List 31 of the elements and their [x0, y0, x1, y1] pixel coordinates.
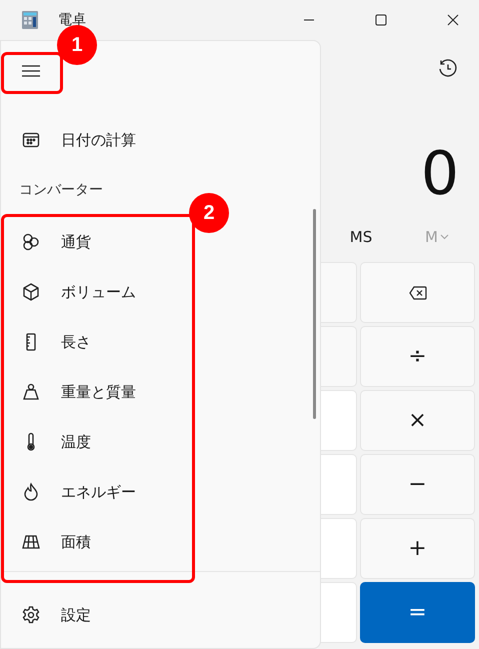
operator-key[interactable]: − [360, 454, 475, 515]
operator-key[interactable]: + [360, 518, 475, 579]
menu-icon [22, 64, 40, 78]
weight-icon [21, 382, 41, 402]
cube-icon [21, 282, 41, 302]
section-header: コンバーター [18, 181, 103, 200]
maximize-icon [375, 14, 387, 26]
memory-store-button[interactable]: MS [323, 227, 399, 247]
settings-icon [21, 605, 41, 625]
nav-item[interactable]: 温度 [1, 417, 99, 467]
operator-key[interactable]: × [360, 390, 475, 451]
nav-item[interactable]: ボリューム [1, 267, 144, 317]
nav-item[interactable]: 重量と質量 [1, 367, 144, 417]
backspace-icon [408, 286, 426, 300]
calculator-icon [22, 11, 38, 29]
backspace-key[interactable] [360, 262, 475, 323]
close-icon [447, 14, 459, 26]
settings-item[interactable]: 設定 [1, 590, 99, 640]
chevron-down-icon [440, 234, 449, 240]
scrollbar[interactable] [313, 209, 316, 419]
nav-item[interactable]: 通貨 [1, 217, 99, 267]
result-display: 0 [420, 142, 459, 206]
circles-icon [21, 232, 41, 252]
calendar-icon [21, 130, 41, 150]
nav-item[interactable]: エネルギー [1, 467, 144, 517]
equals-key[interactable]: = [360, 582, 475, 643]
step-badge: 1 [57, 25, 97, 65]
nav-item[interactable]: 長さ [1, 317, 99, 367]
operator-key[interactable]: ÷ [360, 326, 475, 387]
nav-item[interactable]: 日付の計算 [1, 115, 144, 165]
nav-item[interactable]: 面積 [1, 517, 99, 567]
